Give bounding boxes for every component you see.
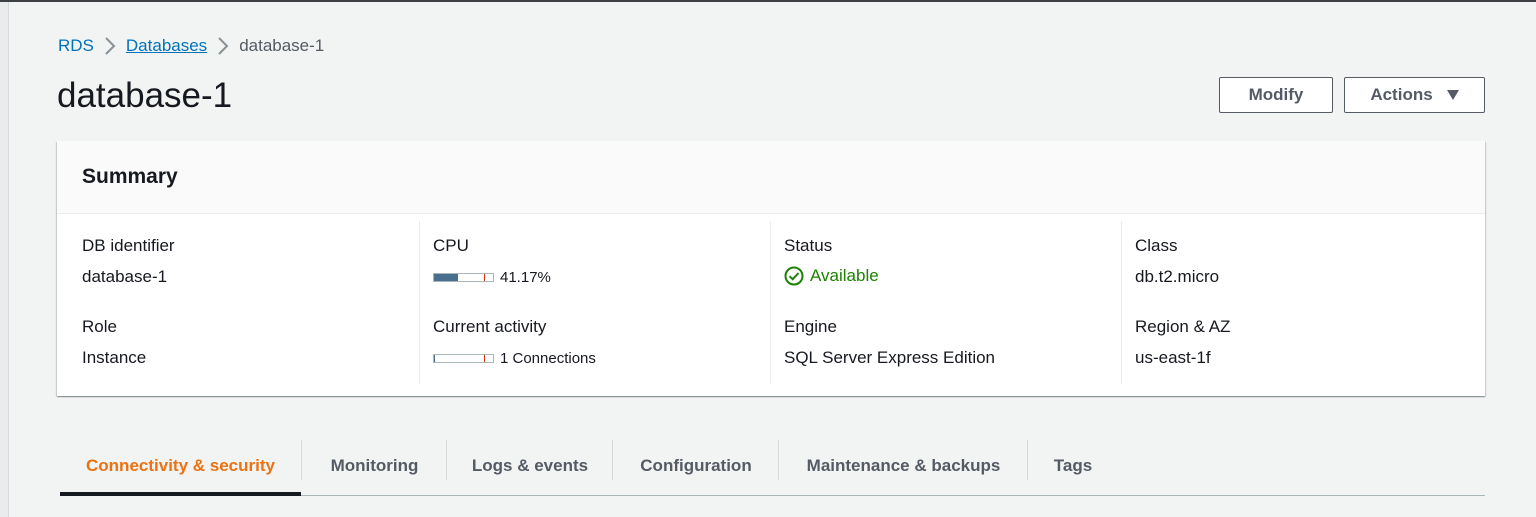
engine-value: SQL Server Express Edition [784,348,996,367]
left-scrollbar[interactable] [0,2,9,517]
cpu-meter-threshold [484,274,485,281]
summary-header: Summary [57,141,1485,214]
modify-button-label: Modify [1248,85,1304,104]
tab-label: Tags [1053,455,1093,475]
region-label: Region & AZ [1135,317,1231,336]
window-top-border [0,0,1536,2]
tab-connectivity-security[interactable]: Connectivity & security [60,436,301,496]
breadcrumb-databases-link[interactable]: Databases [126,36,207,56]
current-activity-value: 1 Connections [500,350,596,367]
role-value: Instance [82,348,147,367]
activity-meter-threshold [484,355,485,362]
cpu-value: 41.17% [500,269,551,286]
tab-tags[interactable]: Tags [1028,436,1118,495]
column-divider [1121,221,1122,384]
region-value: us-east-1f [1135,348,1211,367]
activity-meter-row: 1 Connections [433,350,596,367]
breadcrumb-current: database-1 [239,36,325,55]
current-activity-label: Current activity [433,317,547,336]
actions-button-label: Actions [1370,85,1433,104]
chevron-right-icon [207,36,239,56]
tab-label: Logs & events [471,455,589,475]
summary-title: Summary [82,165,178,188]
status-value: Available [784,266,879,286]
tab-label: Configuration [640,455,752,475]
class-label: Class [1135,236,1178,255]
column-divider [770,221,771,384]
tab-logs-events[interactable]: Logs & events [447,436,613,495]
tab-maintenance-backups[interactable]: Maintenance & backups [779,436,1028,495]
column-divider [419,221,420,384]
breadcrumb-rds-link[interactable]: RDS [58,36,94,56]
status-label: Status [784,236,833,255]
tab-label: Maintenance & backups [806,455,1001,475]
cpu-label: CPU [433,236,469,255]
class-value: db.t2.micro [1135,267,1220,286]
actions-dropdown-button[interactable]: Actions [1344,77,1485,113]
modify-button[interactable]: Modify [1219,77,1333,113]
tab-label: Monitoring [330,455,419,475]
cpu-meter-fill [434,274,458,281]
summary-panel: Summary DB identifier database-1 Role In… [57,141,1485,396]
page-title: database-1 [57,76,233,115]
tab-configuration[interactable]: Configuration [613,436,779,495]
active-tab-indicator [60,492,301,496]
activity-meter [433,354,494,363]
detail-tabs: Connectivity & security Monitoring Logs … [60,436,1485,496]
chevron-right-icon [94,36,126,56]
status-text: Available [810,266,879,285]
breadcrumb: RDS Databases database-1 [58,35,324,57]
role-label: Role [82,317,117,336]
engine-label: Engine [784,317,837,336]
cpu-meter-row: 41.17% [433,269,551,286]
caret-down-icon [1446,90,1459,100]
db-identifier-label: DB identifier [82,236,175,255]
activity-meter-fill [434,355,435,362]
tab-monitoring[interactable]: Monitoring [302,436,447,495]
check-circle-icon [784,266,804,286]
cpu-meter [433,273,494,282]
tab-label: Connectivity & security [86,455,275,475]
db-identifier-value: database-1 [82,267,168,286]
